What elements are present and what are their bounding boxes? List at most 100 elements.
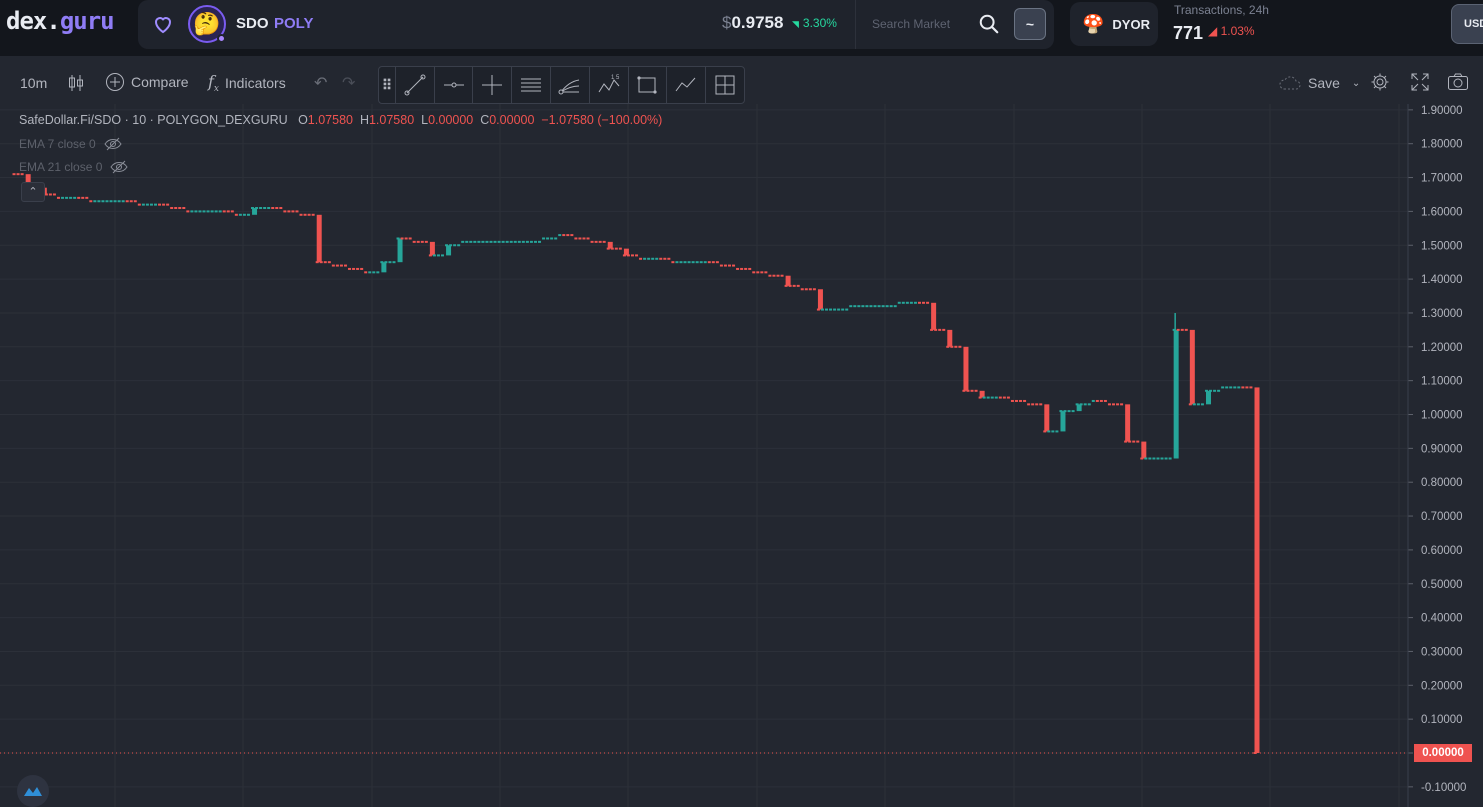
candle [158,203,162,206]
candle [1099,399,1103,402]
candle [501,240,505,243]
candle [800,288,804,291]
candle [311,213,315,216]
candle [586,237,590,240]
collapse-legend-button[interactable]: ⌃ [21,182,45,202]
candle [343,264,347,267]
candle [497,240,501,243]
candle [675,261,679,264]
candle [970,389,974,392]
candle [1160,457,1164,460]
candle [485,240,489,243]
transactions-label: Transactions, 24h [1174,3,1269,17]
candle [1014,399,1018,402]
candles-icon[interactable] [66,73,86,93]
candle [671,261,675,264]
candle [796,284,800,287]
candle [473,240,477,243]
horizontal-ray-tool-icon[interactable] [433,67,473,103]
candle [558,234,562,237]
settings-button[interactable] [1370,72,1390,92]
y-axis-tick-label: 1.00000 [1421,410,1463,422]
candle [178,207,182,210]
crosshair-tool-icon[interactable] [472,67,511,103]
candle [651,257,655,260]
price-chart[interactable]: 1.90000 1.80000 1.70000 1.60000 1.50000 1.400… [0,56,1483,807]
currency-button[interactable]: USD [1451,4,1483,44]
candle [89,200,93,203]
y-axis-tick-label: 0.10000 [1421,714,1463,726]
candle [404,237,408,240]
undo-icon[interactable]: ↶ [314,73,327,93]
candle [109,200,113,203]
gear-icon [1371,73,1389,91]
rectangle-tool-icon[interactable] [627,67,667,103]
candle [974,389,978,392]
redo-icon[interactable]: ↷ [342,73,355,93]
candle [546,237,550,240]
y-axis-tick-label: 1.10000 [1421,376,1463,388]
theme-toggle-button[interactable]: ~ [1014,8,1046,40]
dexguru-logo[interactable]: dex.guru [6,7,115,35]
dyor-button[interactable]: 🍄 DYOR [1070,2,1158,46]
candle [481,240,485,243]
candle [162,203,166,206]
candle [65,196,69,199]
top-bar: dex.guru 🤔 SDO POLY $0.9758 ◥ 3.30% Searc… [0,0,1483,56]
search-icon[interactable] [978,13,1000,35]
candle [630,254,634,257]
path-tool-icon[interactable] [666,67,705,103]
candle [1128,440,1132,443]
drag-handle-icon[interactable]: ⠿ [379,77,395,94]
candle [607,241,613,249]
snapshot-button[interactable] [1447,72,1469,92]
candle [489,240,493,243]
ema-21-indicator[interactable]: EMA 21 close 0 [19,160,128,174]
interval-button[interactable]: 10m [20,75,47,91]
y-axis-tick-label: 1.60000 [1421,206,1463,218]
candle [825,308,829,311]
pitchfork-tool-icon[interactable] [550,67,589,103]
y-axis-tick-label: 1.40000 [1421,274,1463,286]
ema-7-indicator[interactable]: EMA 7 close 0 [19,137,122,151]
tradingview-logo[interactable] [17,775,49,807]
wave-pattern-tool-icon[interactable]: 15 [588,67,628,103]
candle [1031,403,1035,406]
candle [1168,457,1172,460]
triangle-up-icon: ◢ [1208,24,1221,38]
y-axis-tick-label: 0.20000 [1421,680,1463,692]
measure-tool-icon[interactable] [705,67,744,103]
candle [457,244,461,247]
candle [792,284,796,287]
candle [113,200,117,203]
candle [998,396,1002,399]
candle [303,213,307,216]
candle [1019,399,1023,402]
candle [137,203,141,206]
candle [81,196,85,199]
candle [1071,410,1075,413]
candle [1044,404,1050,432]
candle [1205,390,1211,405]
fullscreen-button[interactable] [1410,72,1430,92]
y-axis-tick-label: 1.30000 [1421,308,1463,320]
candle [1060,411,1066,432]
parallel-channel-tool-icon[interactable] [511,67,550,103]
candle [877,305,881,308]
save-button[interactable]: Save ⌄ [1278,73,1360,93]
candle [242,213,246,216]
token-symbol: SDO [236,15,269,32]
candle [931,302,937,330]
trend-line-tool-icon[interactable] [394,67,434,103]
candle [214,210,218,213]
candle [222,210,226,213]
search-input[interactable]: Search Market [872,17,950,31]
candle [129,200,133,203]
pair-name: SafeDollar.Fi/SDO [19,113,122,127]
heart-icon[interactable] [150,12,176,36]
compare-button[interactable]: Compare [105,72,189,92]
candle [69,196,73,199]
indicators-button[interactable]: fx Indicators [208,72,286,94]
y-axis-tick-label: 1.70000 [1421,173,1463,185]
candle [1023,399,1027,402]
